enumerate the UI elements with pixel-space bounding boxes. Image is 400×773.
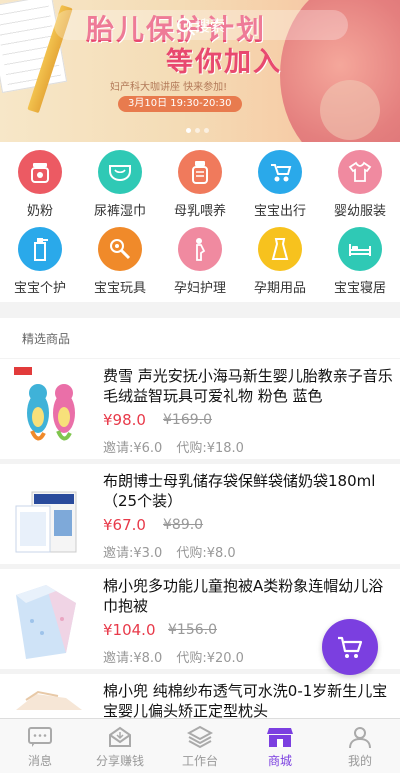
category-pregnancy-supplies[interactable]: 孕期用品 bbox=[240, 221, 320, 301]
category-label: 宝宝玩具 bbox=[93, 281, 146, 296]
profile-icon bbox=[349, 727, 371, 749]
product-image bbox=[12, 365, 86, 453]
tab-workbench[interactable]: 工作台 bbox=[160, 719, 240, 773]
pregnant-woman-icon bbox=[178, 227, 222, 271]
category-label: 尿裤湿巾 bbox=[93, 204, 146, 219]
category-baby-toys[interactable]: 宝宝玩具 bbox=[80, 221, 160, 301]
category-label: 婴幼服装 bbox=[333, 204, 386, 219]
product-price: ¥98.0 bbox=[103, 411, 146, 429]
tab-label: 我的 bbox=[347, 754, 372, 768]
baby-clothes-icon bbox=[338, 150, 382, 194]
product-original-price: ¥169.0 bbox=[163, 412, 212, 428]
tab-label: 分享赚钱 bbox=[95, 754, 144, 768]
banner-subtitle: 妇产科大咖讲座 快来参加! bbox=[110, 82, 228, 93]
product-item[interactable]: 棉小兜 纯棉纱布透气可水洗0-1岁新生儿宝宝婴儿偏头矫正定型枕头 bbox=[0, 674, 400, 720]
invite-commission: 邀请:¥3.0 bbox=[103, 546, 163, 561]
invite-commission: 邀请:¥6.0 bbox=[103, 441, 163, 456]
product-commission: 邀请:¥6.0 代购:¥18.0 bbox=[103, 437, 244, 456]
product-image bbox=[12, 680, 86, 718]
product-commission: 邀请:¥8.0 代购:¥20.0 bbox=[103, 647, 244, 666]
search-bar[interactable]: 搜索 bbox=[54, 10, 348, 40]
category-label: 奶粉 bbox=[26, 204, 53, 219]
product-item[interactable]: 费雪 声光安抚小海马新生婴儿胎教亲子音乐毛绒益智玩具可爱礼物 粉色 蓝色 ¥98… bbox=[0, 359, 400, 459]
tab-label: 商城 bbox=[267, 754, 292, 768]
featured-section-header: 精选商品 bbox=[0, 318, 400, 358]
mall-page: 胎儿保护计划 等你加入 妇产科大咖讲座 快来参加! 3月10日 19:30-20… bbox=[0, 0, 400, 773]
category-milk-powder[interactable]: 奶粉 bbox=[0, 144, 80, 224]
category-breastfeeding[interactable]: 母乳喂养 bbox=[160, 144, 240, 224]
message-icon bbox=[28, 727, 52, 747]
mall-store-icon bbox=[267, 728, 293, 747]
category-label: 孕期用品 bbox=[253, 281, 306, 296]
milk-powder-icon bbox=[18, 150, 62, 194]
diaper-icon bbox=[98, 150, 142, 194]
search-icon bbox=[176, 18, 191, 32]
product-name: 布朗博士母乳储存袋保鲜袋储奶袋180ml（25个装） bbox=[103, 472, 376, 510]
category-baby-bedding[interactable]: 宝宝寝居 bbox=[320, 221, 400, 301]
stroller-icon bbox=[258, 150, 302, 194]
product-price: ¥104.0 bbox=[103, 621, 156, 639]
category-label: 宝宝出行 bbox=[253, 204, 306, 219]
rattle-toy-icon bbox=[98, 227, 142, 271]
category-baby-clothes[interactable]: 婴幼服装 bbox=[320, 144, 400, 224]
tab-profile[interactable]: 我的 bbox=[320, 719, 400, 773]
invite-commission: 邀请:¥8.0 bbox=[103, 651, 163, 666]
category-label: 宝宝寝居 bbox=[333, 281, 386, 296]
bottom-tab-bar: 消息 分享赚钱 工作台 商城 我的 bbox=[0, 718, 400, 773]
category-maternity-care[interactable]: 孕妇护理 bbox=[160, 221, 240, 301]
product-name: 棉小兜 纯棉纱布透气可水洗0-1岁新生儿宝宝婴儿偏头矫正定型枕头 bbox=[103, 682, 388, 720]
share-money-icon bbox=[109, 726, 131, 747]
category-grid: 奶粉 尿裤湿巾 母乳喂养 宝宝出行 婴幼服装 宝宝个护 宝宝玩具 孕妇护理 孕期… bbox=[0, 142, 400, 302]
purchase-commission: 代购:¥18.0 bbox=[176, 441, 244, 456]
product-original-price: ¥156.0 bbox=[168, 622, 217, 638]
promo-banner[interactable]: 胎儿保护计划 等你加入 妇产科大咖讲座 快来参加! 3月10日 19:30-20… bbox=[0, 0, 400, 142]
category-baby-care[interactable]: 宝宝个护 bbox=[0, 221, 80, 301]
product-original-price: ¥89.0 bbox=[163, 517, 204, 533]
section-title: 精选商品 bbox=[22, 332, 71, 346]
tab-label: 工作台 bbox=[181, 754, 218, 768]
lotion-bottle-icon bbox=[18, 227, 62, 271]
product-name: 费雪 声光安抚小海马新生婴儿胎教亲子音乐毛绒益智玩具可爱礼物 粉色 蓝色 bbox=[103, 367, 393, 405]
tab-label: 消息 bbox=[27, 754, 52, 768]
purchase-commission: 代购:¥20.0 bbox=[176, 651, 244, 666]
cart-button[interactable] bbox=[322, 619, 378, 675]
carousel-indicator bbox=[186, 128, 209, 133]
category-label: 宝宝个护 bbox=[13, 281, 66, 296]
product-name: 棉小兜多功能儿童抱被A类粉象连帽幼儿浴巾抱被 bbox=[103, 577, 384, 615]
tab-share-earn[interactable]: 分享赚钱 bbox=[80, 719, 160, 773]
banner-date: 3月10日 19:30-20:30 bbox=[118, 96, 242, 112]
search-label: 搜索 bbox=[194, 16, 225, 35]
shopping-cart-icon bbox=[338, 636, 363, 658]
workbench-layers-icon bbox=[187, 725, 213, 749]
banner-title-line2: 等你加入 bbox=[166, 47, 282, 78]
baby-bed-icon bbox=[338, 227, 382, 271]
product-image bbox=[12, 575, 86, 663]
product-commission: 邀请:¥3.0 代购:¥8.0 bbox=[103, 542, 236, 561]
product-price: ¥67.0 bbox=[103, 516, 146, 534]
category-stroller[interactable]: 宝宝出行 bbox=[240, 144, 320, 224]
product-item[interactable]: 布朗博士母乳储存袋保鲜袋储奶袋180ml（25个装） ¥67.0 ¥89.0 邀… bbox=[0, 464, 400, 564]
category-label: 孕妇护理 bbox=[173, 281, 226, 296]
tab-mall[interactable]: 商城 bbox=[240, 719, 320, 773]
purchase-commission: 代购:¥8.0 bbox=[176, 546, 236, 561]
breast-pump-icon bbox=[178, 150, 222, 194]
category-label: 母乳喂养 bbox=[173, 204, 226, 219]
tab-messages[interactable]: 消息 bbox=[0, 719, 80, 773]
category-diapers[interactable]: 尿裤湿巾 bbox=[80, 144, 160, 224]
product-image bbox=[12, 470, 86, 558]
maternity-dress-icon bbox=[258, 227, 302, 271]
